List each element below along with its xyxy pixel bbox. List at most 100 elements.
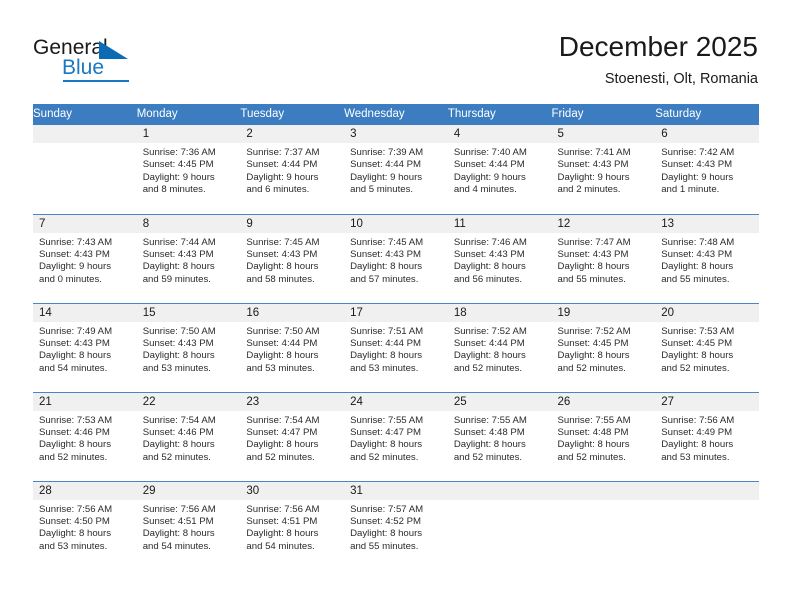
- calendar-day-cell[interactable]: 31 Sunrise: 7:57 AM Sunset: 4:52 PM Dayligh…: [344, 480, 448, 571]
- daylight-duration-line1: Daylight: 8 hours: [39, 528, 111, 540]
- sun-info: Sunrise: 7:55 AM Sunset: 4:48 PM Daylight:…: [552, 411, 656, 465]
- calendar-day-cell[interactable]: 21 Sunrise: 7:53 AM Sunset: 4:46 PM Dayligh…: [33, 391, 137, 481]
- day-number: 28: [33, 481, 137, 500]
- sunset-time: Sunset: 4:50 PM: [39, 515, 110, 527]
- weekday-header-sunday: Sunday: [33, 104, 137, 125]
- calendar-day-cell[interactable]: 19 Sunrise: 7:52 AM Sunset: 4:45 PM Dayligh…: [551, 302, 656, 392]
- daylight-duration-line2: and 52 minutes.: [557, 451, 626, 463]
- daylight-duration-line1: Daylight: 8 hours: [246, 439, 319, 451]
- page-header: General Blue December 2025 Stoenesti, Ol…: [0, 0, 792, 104]
- day-number: 14: [33, 303, 137, 322]
- calendar-day-cell[interactable]: 6 Sunrise: 7:42 AM Sunset: 4:43 PM Daylight…: [655, 125, 759, 214]
- sun-info: Sunrise: 7:37 AM Sunset: 4:44 PM Daylight:…: [240, 143, 344, 197]
- day-number: [551, 481, 656, 500]
- daylight-duration-line2: and 53 minutes.: [39, 540, 108, 552]
- calendar-day-cell-empty: [655, 480, 759, 570]
- calendar-day-cell[interactable]: 28 Sunrise: 7:56 AM Sunset: 4:50 PM Dayligh…: [33, 480, 137, 570]
- daylight-duration-line2: and 54 minutes.: [246, 540, 315, 552]
- calendar-day-cell[interactable]: 7 Sunrise: 7:43 AM Sunset: 4:43 PM Daylight…: [33, 213, 137, 303]
- weekday-header-friday: Friday: [551, 104, 656, 125]
- calendar-week-row: 21 Sunrise: 7:53 AM Sunset: 4:46 PM Dayligh…: [33, 391, 759, 481]
- calendar-day-cell[interactable]: 15 Sunrise: 7:50 AM Sunset: 4:43 PM Dayligh…: [136, 302, 241, 392]
- calendar-day-cell-empty: [33, 125, 137, 214]
- calendar-day-cell[interactable]: 20 Sunrise: 7:53 AM Sunset: 4:45 PM Dayligh…: [655, 302, 759, 392]
- calendar-day-cell[interactable]: 27 Sunrise: 7:56 AM Sunset: 4:49 PM Dayligh…: [655, 391, 759, 481]
- daylight-duration-line2: and 53 minutes.: [142, 362, 211, 374]
- day-cell-inner: 16 Sunrise: 7:50 AM Sunset: 4:44 PM Dayligh…: [240, 303, 345, 392]
- day-number: 9: [240, 214, 345, 233]
- calendar-day-cell[interactable]: 18 Sunrise: 7:52 AM Sunset: 4:44 PM Dayligh…: [447, 302, 552, 392]
- daylight-duration-line2: and 52 minutes.: [350, 451, 419, 463]
- calendar-day-cell[interactable]: 26 Sunrise: 7:55 AM Sunset: 4:48 PM Dayligh…: [551, 391, 656, 481]
- day-number: 19: [551, 303, 656, 322]
- calendar-day-cell[interactable]: 14 Sunrise: 7:49 AM Sunset: 4:43 PM Dayligh…: [33, 302, 137, 392]
- day-number: 7: [33, 214, 137, 233]
- sun-info: Sunrise: 7:57 AM Sunset: 4:52 PM Daylight:…: [344, 500, 448, 554]
- day-cell-inner: 21 Sunrise: 7:53 AM Sunset: 4:46 PM Dayligh…: [33, 392, 137, 481]
- sun-info: Sunrise: 7:54 AM Sunset: 4:47 PM Daylight:…: [240, 411, 344, 465]
- day-number: 4: [447, 125, 552, 143]
- calendar-day-cell[interactable]: 22 Sunrise: 7:54 AM Sunset: 4:46 PM Dayligh…: [136, 391, 241, 481]
- calendar-day-cell[interactable]: 17 Sunrise: 7:51 AM Sunset: 4:44 PM Dayligh…: [344, 302, 448, 392]
- sun-info: Sunrise: 7:47 AM Sunset: 4:43 PM Daylight:…: [552, 233, 656, 287]
- daylight-duration-line1: Daylight: 8 hours: [557, 261, 630, 273]
- calendar-day-cell[interactable]: 13 Sunrise: 7:48 AM Sunset: 4:43 PM Dayligh…: [655, 213, 759, 303]
- sunrise-time: Sunrise: 7:52 AM: [557, 325, 631, 337]
- day-cell-inner: 23 Sunrise: 7:54 AM Sunset: 4:47 PM Dayligh…: [240, 392, 345, 481]
- sun-info: Sunrise: 7:43 AM Sunset: 4:43 PM Daylight:…: [33, 233, 137, 287]
- daylight-duration-line2: and 57 minutes.: [350, 273, 419, 285]
- day-cell-inner: 17 Sunrise: 7:51 AM Sunset: 4:44 PM Dayligh…: [344, 303, 448, 392]
- sunrise-time: Sunrise: 7:57 AM: [350, 503, 424, 515]
- calendar-day-cell[interactable]: 1 Sunrise: 7:36 AM Sunset: 4:45 PM Daylight…: [136, 125, 241, 214]
- daylight-duration-line1: Daylight: 8 hours: [142, 261, 215, 273]
- calendar-day-cell[interactable]: 12 Sunrise: 7:47 AM Sunset: 4:43 PM Dayligh…: [551, 213, 656, 303]
- sunset-time: Sunset: 4:43 PM: [39, 248, 110, 260]
- day-number: 30: [240, 481, 345, 500]
- sun-info: Sunrise: 7:56 AM Sunset: 4:51 PM Daylight:…: [137, 500, 241, 554]
- calendar-day-cell[interactable]: 4 Sunrise: 7:40 AM Sunset: 4:44 PM Daylight…: [447, 125, 552, 214]
- calendar-day-cell[interactable]: 10 Sunrise: 7:45 AM Sunset: 4:43 PM Dayligh…: [344, 213, 448, 303]
- calendar-day-cell[interactable]: 16 Sunrise: 7:50 AM Sunset: 4:44 PM Dayligh…: [240, 302, 345, 392]
- calendar-day-cell[interactable]: 11 Sunrise: 7:46 AM Sunset: 4:43 PM Dayligh…: [447, 213, 552, 303]
- daylight-duration-line2: and 0 minutes.: [39, 273, 102, 285]
- day-number: 18: [447, 303, 552, 322]
- sunrise-time: Sunrise: 7:37 AM: [246, 147, 320, 158]
- calendar-day-cell[interactable]: 3 Sunrise: 7:39 AM Sunset: 4:44 PM Daylight…: [344, 125, 448, 214]
- calendar-day-cell[interactable]: 5 Sunrise: 7:41 AM Sunset: 4:43 PM Daylight…: [551, 125, 656, 214]
- calendar-day-cell[interactable]: 30 Sunrise: 7:56 AM Sunset: 4:51 PM Dayligh…: [240, 480, 345, 570]
- daylight-duration-line2: and 8 minutes.: [142, 184, 206, 196]
- general-blue-logo[interactable]: General Blue: [33, 36, 163, 84]
- sun-info: Sunrise: 7:52 AM Sunset: 4:45 PM Daylight:…: [552, 322, 656, 376]
- daylight-duration-line1: Daylight: 8 hours: [661, 439, 734, 451]
- daylight-duration-line2: and 4 minutes.: [453, 184, 517, 196]
- sunset-time: Sunset: 4:44 PM: [246, 337, 318, 349]
- sunset-time: Sunset: 4:43 PM: [39, 337, 110, 349]
- daylight-duration-line2: and 52 minutes.: [453, 451, 523, 463]
- daylight-duration-line1: Daylight: 8 hours: [453, 261, 526, 273]
- day-cell-inner: 31 Sunrise: 7:57 AM Sunset: 4:52 PM Dayligh…: [344, 481, 448, 571]
- day-cell-inner: 26 Sunrise: 7:55 AM Sunset: 4:48 PM Dayligh…: [551, 392, 656, 481]
- day-cell-inner: 6 Sunrise: 7:42 AM Sunset: 4:43 PM Daylight…: [655, 125, 759, 214]
- sunrise-time: Sunrise: 7:55 AM: [350, 414, 424, 426]
- calendar-day-cell[interactable]: 25 Sunrise: 7:55 AM Sunset: 4:48 PM Dayligh…: [447, 391, 552, 481]
- calendar-day-cell[interactable]: 9 Sunrise: 7:45 AM Sunset: 4:43 PM Daylight…: [240, 213, 345, 303]
- calendar-day-cell[interactable]: 24 Sunrise: 7:55 AM Sunset: 4:47 PM Dayligh…: [344, 391, 448, 481]
- calendar-day-cell[interactable]: 23 Sunrise: 7:54 AM Sunset: 4:47 PM Dayligh…: [240, 391, 345, 481]
- day-number: [33, 125, 137, 143]
- sun-info: Sunrise: 7:48 AM Sunset: 4:43 PM Daylight:…: [655, 233, 759, 287]
- day-cell-inner: 8 Sunrise: 7:44 AM Sunset: 4:43 PM Daylight…: [136, 214, 241, 303]
- sun-info: Sunrise: 7:56 AM Sunset: 4:50 PM Daylight:…: [33, 500, 137, 554]
- day-cell-inner: 3 Sunrise: 7:39 AM Sunset: 4:44 PM Daylight…: [344, 125, 448, 214]
- day-cell-inner: 15 Sunrise: 7:50 AM Sunset: 4:43 PM Dayligh…: [136, 303, 241, 392]
- logo-underline: [63, 80, 129, 82]
- daylight-duration-line1: Daylight: 8 hours: [350, 528, 423, 540]
- calendar-day-cell[interactable]: 2 Sunrise: 7:37 AM Sunset: 4:44 PM Daylight…: [240, 125, 345, 214]
- sun-info: Sunrise: 7:36 AM Sunset: 4:45 PM Daylight:…: [137, 143, 241, 197]
- day-cell-inner: 13 Sunrise: 7:48 AM Sunset: 4:43 PM Dayligh…: [655, 214, 759, 303]
- sunset-time: Sunset: 4:43 PM: [246, 248, 318, 260]
- sunrise-time: Sunrise: 7:51 AM: [350, 325, 424, 337]
- daylight-duration-line2: and 54 minutes.: [142, 540, 211, 552]
- daylight-duration-line1: Daylight: 8 hours: [246, 261, 319, 273]
- calendar-day-cell[interactable]: 8 Sunrise: 7:44 AM Sunset: 4:43 PM Daylight…: [136, 213, 241, 303]
- calendar-day-cell[interactable]: 29 Sunrise: 7:56 AM Sunset: 4:51 PM Dayligh…: [136, 480, 241, 570]
